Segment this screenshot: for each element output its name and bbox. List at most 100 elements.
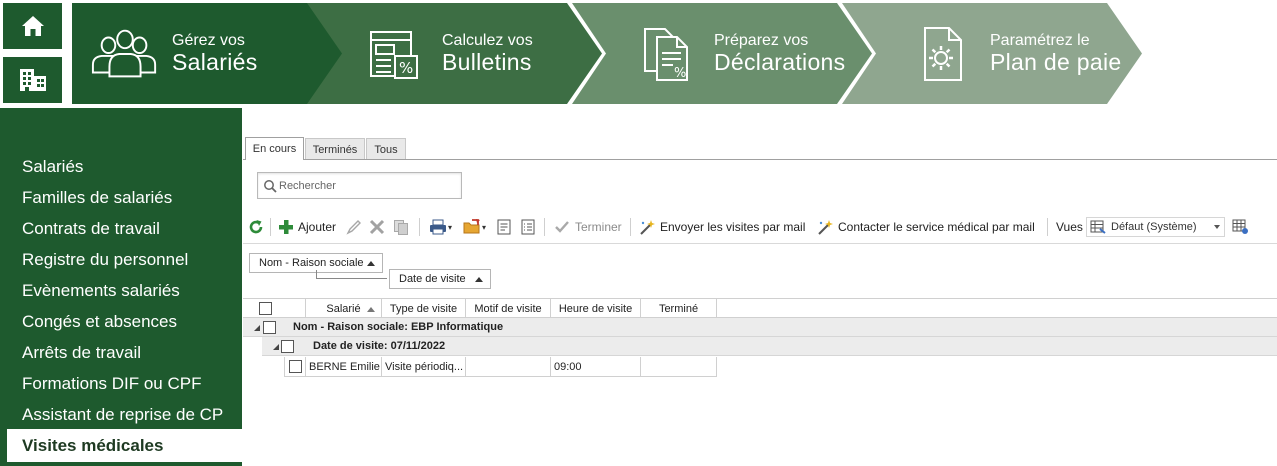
grid-header: Salarié Type de visite Motif de visite H… xyxy=(243,298,1277,318)
finish-button-label: Terminer xyxy=(575,220,622,234)
select-all-checkbox[interactable] xyxy=(258,302,272,315)
column-header-label: Salarié xyxy=(326,302,361,315)
tab-en-cours[interactable]: En cours xyxy=(245,137,304,160)
declaration-documents-icon: % xyxy=(632,24,702,84)
chevron-down-icon: ▾ xyxy=(448,222,453,232)
home-icon xyxy=(21,16,44,36)
toolbar-divider xyxy=(243,243,1277,244)
sidebar-item-evenements[interactable]: Evènements salariés xyxy=(22,281,180,301)
column-header-type-visite[interactable]: Type de visite xyxy=(382,299,466,318)
search-input[interactable] xyxy=(279,176,459,196)
collapse-triangle-icon[interactable] xyxy=(252,323,262,333)
add-button[interactable]: Ajouter xyxy=(278,216,336,238)
group-chip-date-de-visite[interactable]: Date de visite xyxy=(389,269,491,289)
checkmark-icon xyxy=(555,221,569,233)
edit-button[interactable] xyxy=(346,216,362,238)
ribbon-step-bulletins[interactable]: % Calculez vos Bulletins xyxy=(302,3,604,104)
group-label-company: Nom - Raison sociale: EBP Informatique xyxy=(293,321,504,333)
pencil-icon xyxy=(346,220,361,235)
tab-termines[interactable]: Terminés xyxy=(305,138,365,160)
list-button[interactable] xyxy=(520,216,536,238)
company-button[interactable] xyxy=(3,57,62,103)
chevron-down-icon xyxy=(1214,225,1220,229)
svg-text:%: % xyxy=(399,59,413,77)
copy-icon xyxy=(394,220,408,235)
folder-export-icon xyxy=(463,219,480,234)
column-header-salarie[interactable]: Salarié xyxy=(305,299,382,318)
sidebar-item-arrets[interactable]: Arrêts de travail xyxy=(22,343,141,363)
add-icon xyxy=(279,220,293,234)
column-header-termine[interactable]: Terminé xyxy=(641,299,717,318)
cell-heure-visite[interactable]: 09:00 xyxy=(551,357,641,377)
ribbon-step-salaries-subtitle: Gérez vos xyxy=(172,32,245,49)
printer-icon xyxy=(430,219,446,235)
finish-button[interactable]: Terminer xyxy=(554,216,622,238)
sidebar-item-contrats[interactable]: Contrats de travail xyxy=(22,219,160,239)
group-connector xyxy=(316,278,387,279)
sidebar-item-registre[interactable]: Registre du personnel xyxy=(22,250,188,270)
sidebar: Salariés Familles de salariés Contrats d… xyxy=(0,108,242,466)
toolbar-separator xyxy=(270,218,271,236)
group-row-company[interactable]: Nom - Raison sociale: EBP Informatique xyxy=(243,318,1277,337)
ribbon-step-bulletins-title: Bulletins xyxy=(442,49,532,75)
cell-salarie[interactable]: BERNE Emilie xyxy=(306,357,382,377)
send-visits-mail-button[interactable]: Envoyer les visites par mail xyxy=(639,216,805,238)
search-field[interactable] xyxy=(257,172,462,199)
magic-wand-icon xyxy=(640,219,655,235)
contact-medical-service-button[interactable]: Contacter le service médical par mail xyxy=(817,216,1035,238)
print-button[interactable]: ▾ xyxy=(429,216,452,238)
group-chip-label: Date de visite xyxy=(399,273,466,285)
building-icon xyxy=(19,69,46,91)
group-checkbox[interactable] xyxy=(281,340,294,353)
sidebar-item-familles[interactable]: Familles de salariés xyxy=(22,188,172,208)
sidebar-item-conges[interactable]: Congés et absences xyxy=(22,312,177,332)
table-view-icon xyxy=(1090,220,1106,234)
delete-icon xyxy=(369,219,385,235)
search-icon xyxy=(264,180,277,193)
magic-wand-icon xyxy=(818,219,833,235)
column-header-motif-visite[interactable]: Motif de visite xyxy=(466,299,551,318)
column-header-heure-visite[interactable]: Heure de visite xyxy=(551,299,641,318)
sort-ascending-icon xyxy=(367,261,375,266)
svg-text:%: % xyxy=(674,66,686,81)
select-all-cell xyxy=(243,299,305,318)
group-connector xyxy=(316,270,317,278)
grid-settings-icon xyxy=(1232,219,1248,234)
export-button[interactable]: ▾ xyxy=(463,216,486,238)
settings-document-icon xyxy=(908,24,978,84)
refresh-button[interactable] xyxy=(248,216,264,238)
toolbar-separator xyxy=(1047,218,1048,236)
ribbon-step-plan[interactable]: Paramétrez le Plan de paie xyxy=(842,3,1144,104)
group-row-date[interactable]: Date de visite: 07/11/2022 xyxy=(262,337,1277,356)
cell-type-visite[interactable]: Visite périodiq... xyxy=(382,357,466,377)
contact-medical-service-label: Contacter le service médical par mail xyxy=(838,220,1035,234)
home-button[interactable] xyxy=(3,3,62,49)
cell-termine[interactable] xyxy=(641,357,717,377)
refresh-icon xyxy=(249,220,263,234)
sidebar-item-label: Visites médicales xyxy=(22,436,164,455)
sidebar-item-visites-medicales[interactable]: Visites médicales xyxy=(7,429,242,462)
ribbon-step-salaries[interactable]: Gérez vos Salariés xyxy=(72,3,344,104)
collapse-triangle-icon[interactable] xyxy=(271,342,281,352)
toolbar-separator xyxy=(419,218,420,236)
sidebar-item-salaries[interactable]: Salariés xyxy=(22,157,83,177)
sidebar-item-formations[interactable]: Formations DIF ou CPF xyxy=(22,374,202,394)
views-select[interactable]: Défaut (Système) xyxy=(1086,217,1225,237)
cell-motif-visite[interactable] xyxy=(466,357,551,377)
delete-button[interactable] xyxy=(369,216,385,238)
ribbon-step-plan-subtitle: Paramétrez le xyxy=(990,32,1090,49)
grid-settings-button[interactable] xyxy=(1232,216,1249,238)
document-button[interactable] xyxy=(496,216,512,238)
row-checkbox[interactable] xyxy=(289,360,302,373)
group-label-date: Date de visite: 07/11/2022 xyxy=(313,340,446,352)
sidebar-item-reprise-cp[interactable]: Assistant de reprise de CP xyxy=(22,405,223,425)
ribbon-step-declarations[interactable]: % Préparez vos Déclarations xyxy=(572,3,874,104)
tab-tous[interactable]: Tous xyxy=(366,138,406,160)
ribbon-step-plan-title: Plan de paie xyxy=(990,49,1122,75)
toolbar-separator xyxy=(544,218,545,236)
ribbon-step-bulletins-subtitle: Calculez vos xyxy=(442,32,533,49)
ribbon-step-declarations-title: Déclarations xyxy=(714,49,846,75)
group-checkbox[interactable] xyxy=(263,321,276,334)
duplicate-button[interactable] xyxy=(393,216,409,238)
document-icon xyxy=(497,219,511,235)
